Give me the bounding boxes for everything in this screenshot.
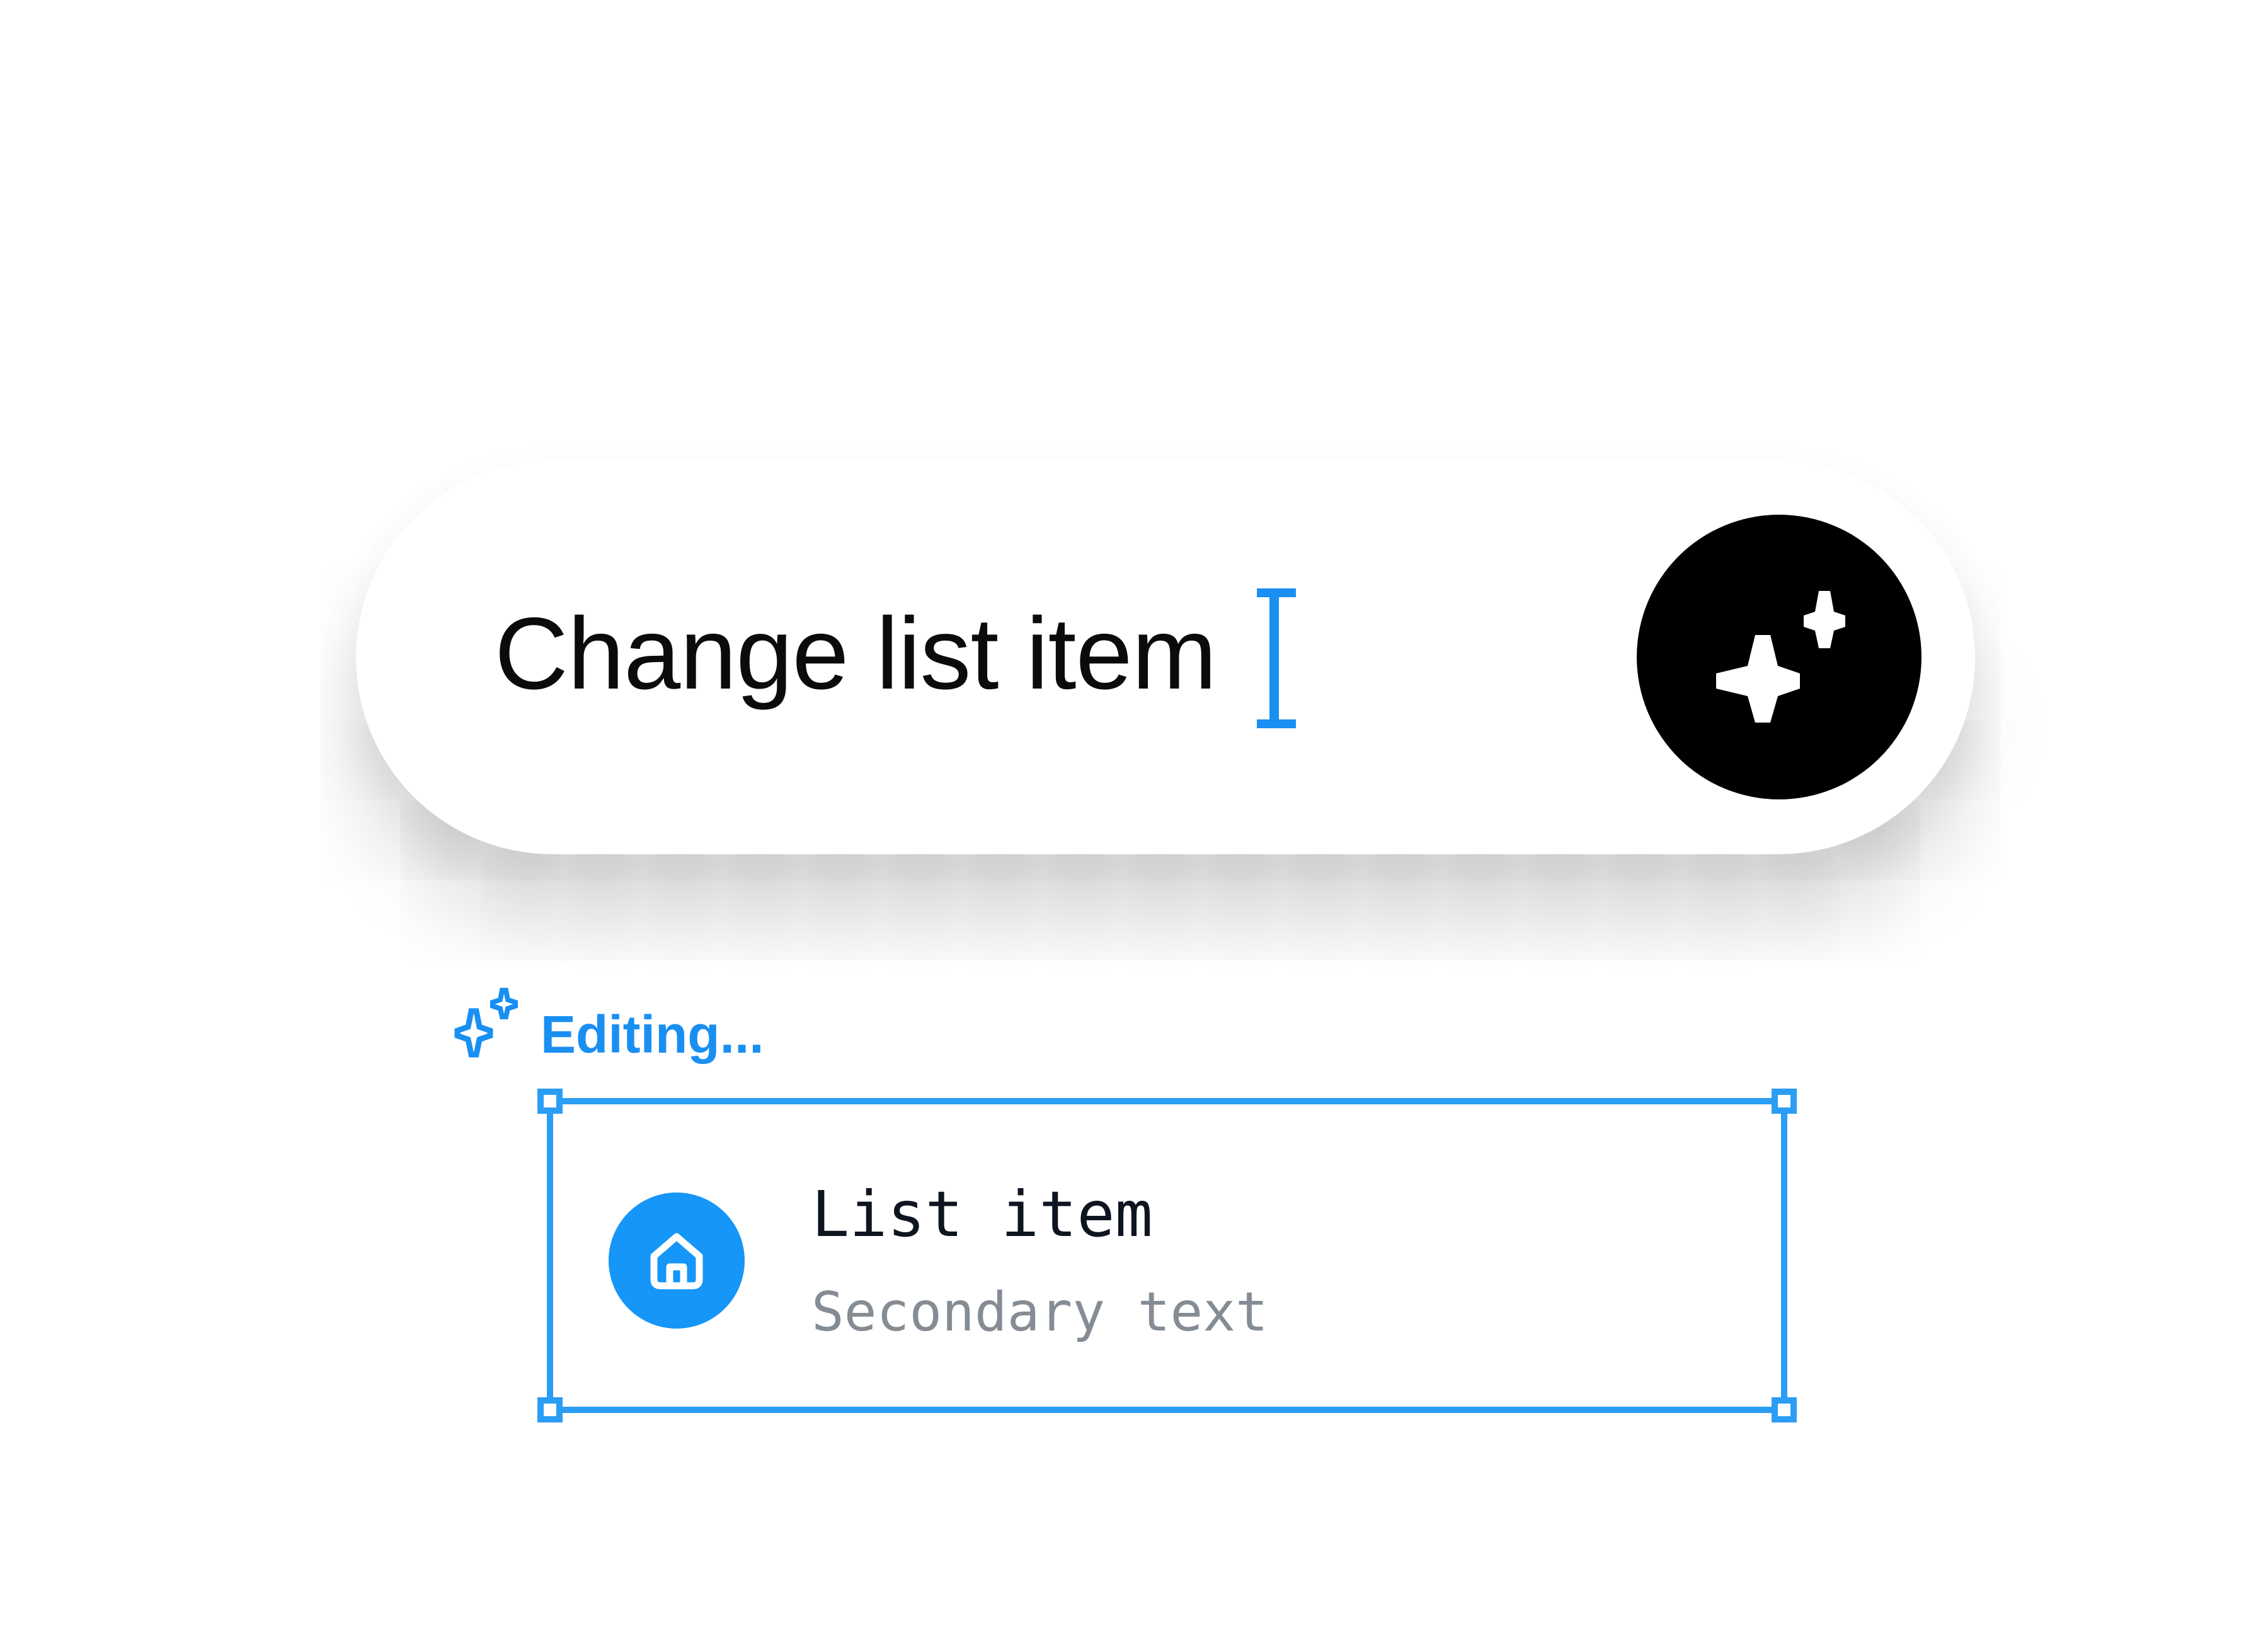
prompt-input[interactable]: Change list item (495, 603, 1217, 705)
list-item-secondary-text: Secondary text (811, 1281, 1268, 1344)
list-item-avatar (609, 1193, 745, 1329)
sparkles-icon (1716, 591, 1845, 723)
home-icon (650, 1233, 703, 1290)
text-cursor-icon (1257, 588, 1296, 728)
sparkles-icon (454, 988, 518, 1058)
editing-label: Editing... (541, 1005, 764, 1064)
ai-submit-button[interactable] (1637, 515, 1922, 799)
selection-frame[interactable]: List item Secondary text (537, 1089, 1797, 1422)
ai-prompt-bar: Change list item (356, 461, 1975, 854)
list-item-primary-text: List item (811, 1177, 1153, 1251)
list-item[interactable]: List item Secondary text (553, 1104, 1781, 1407)
